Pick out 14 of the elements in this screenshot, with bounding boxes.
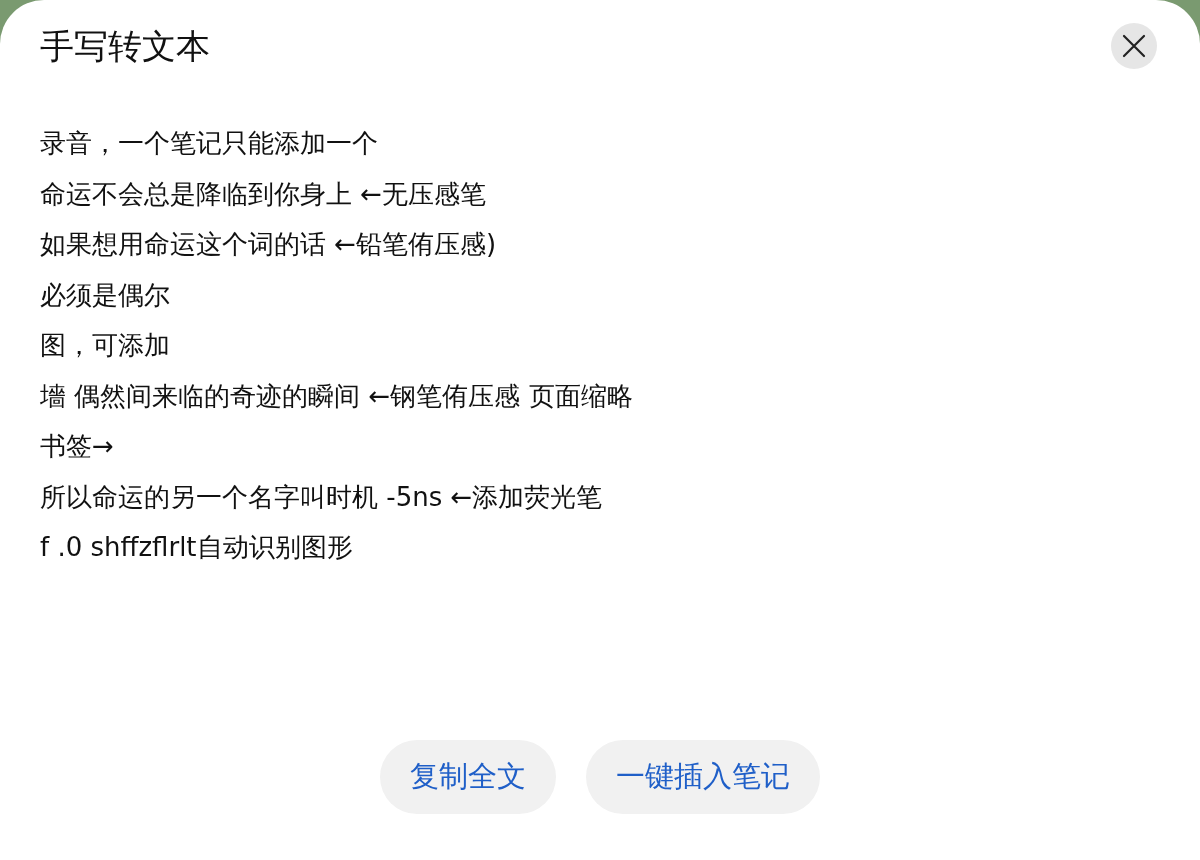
recognized-text-line: 必须是偶尔 xyxy=(40,278,171,312)
recognized-text-line: 墻 偶然间来临的奇迹的瞬间 ←钢笔侑压感 页面缩略 xyxy=(40,379,634,413)
close-icon xyxy=(1122,34,1146,58)
recognized-text-line: 书签→ xyxy=(40,430,115,463)
dialog-title: 手写转文本 xyxy=(40,25,210,68)
close-button[interactable] xyxy=(1111,23,1157,69)
insert-note-button[interactable]: 一键插入笔记 xyxy=(586,740,820,814)
recognized-text-line: 录音，一个笔记只能添加一个 xyxy=(40,127,379,160)
recognized-text-line: 图，可添加 xyxy=(40,329,171,362)
copy-all-button[interactable]: 复制全文 xyxy=(380,740,556,814)
recognized-text-line: f .0 shffzflrlt自动识别图形 xyxy=(40,531,354,564)
recognized-text-line: 如果想用命运这个词的话 ←铅笔侑压感) xyxy=(40,228,498,261)
recognized-text-line: 所以命运的另一个名字叫时机 -5ns ←添加荧光笔 xyxy=(40,480,604,514)
recognized-text-line: 命运不会总是降临到你身上 ←无压感笔 xyxy=(40,177,488,211)
